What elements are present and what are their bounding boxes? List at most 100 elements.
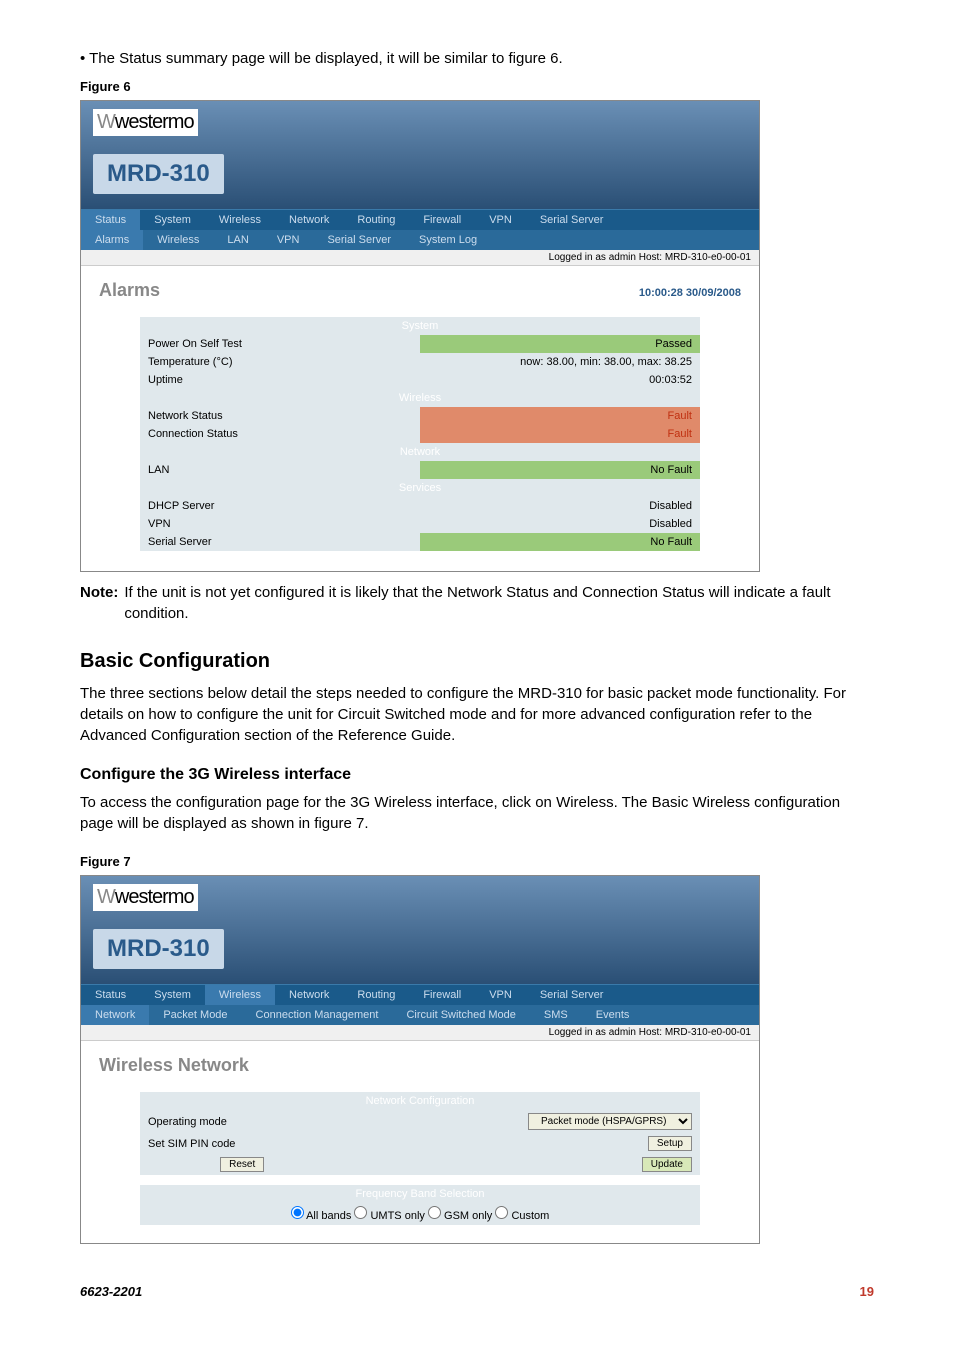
tab-firewall[interactable]: Firewall: [409, 985, 475, 1005]
fig6-header: Wwestermo MRD-310: [81, 101, 759, 209]
subtab-network[interactable]: Network: [81, 1005, 149, 1025]
section-services: Services: [140, 479, 700, 497]
figure7-screenshot: Wwestermo MRD-310 Status System Wireless…: [80, 875, 760, 1244]
radio-gsm[interactable]: GSM only: [428, 1210, 492, 1222]
radio-custom[interactable]: Custom: [495, 1210, 549, 1222]
section-network: Network: [140, 443, 700, 461]
row-label: VPN: [140, 515, 420, 533]
radio-input[interactable]: [354, 1206, 367, 1219]
tab-firewall[interactable]: Firewall: [409, 210, 475, 230]
table-row: Reset Update: [140, 1154, 700, 1175]
tab-status[interactable]: Status: [81, 985, 140, 1005]
fig6-tabs-secondary: Alarms Wireless LAN VPN Serial Server Sy…: [81, 230, 759, 250]
row-value: No Fault: [420, 461, 700, 479]
freq-header: Frequency Band Selection: [140, 1185, 700, 1203]
tab-network[interactable]: Network: [275, 210, 343, 230]
table-row: Set SIM PIN code Setup: [140, 1133, 700, 1154]
radio-umts[interactable]: UMTS only: [354, 1210, 424, 1222]
figure6-screenshot: Wwestermo MRD-310 Status System Wireless…: [80, 100, 760, 572]
network-config-table: Network Configuration Operating mode Pac…: [140, 1092, 700, 1175]
row-label: Power On Self Test: [140, 335, 420, 353]
fig7-tabs-secondary: Network Packet Mode Connection Managemen…: [81, 1005, 759, 1025]
tab-wireless[interactable]: Wireless: [205, 985, 275, 1005]
row-label: Temperature (°C): [140, 353, 420, 371]
table-row: DHCP ServerDisabled: [140, 497, 700, 515]
table-row: Temperature (°C)now: 38.00, min: 38.00, …: [140, 353, 700, 371]
tab-system[interactable]: System: [140, 210, 205, 230]
wn-title: Wireless Network: [99, 1055, 249, 1076]
tab-routing[interactable]: Routing: [343, 210, 409, 230]
device-name: MRD-310: [93, 154, 224, 194]
tab-status[interactable]: Status: [81, 210, 140, 230]
subtab-serial[interactable]: Serial Server: [313, 230, 405, 250]
update-button[interactable]: Update: [642, 1157, 692, 1172]
figure6-label: Figure 6: [80, 79, 874, 94]
subtab-vpn[interactable]: VPN: [263, 230, 314, 250]
radio-all-bands[interactable]: All bands: [291, 1210, 352, 1222]
tab-routing[interactable]: Routing: [343, 985, 409, 1005]
page-footer: 6623-2201 19: [80, 1284, 874, 1299]
figure7-label: Figure 7: [80, 854, 874, 869]
row-value: No Fault: [420, 533, 700, 551]
row-value: Disabled: [420, 497, 700, 515]
simpin-cell: Setup: [344, 1133, 700, 1154]
alarms-title: Alarms: [99, 280, 160, 301]
footer-pagenum: 19: [860, 1284, 874, 1299]
note-block: Note: If the unit is not yet configured …: [80, 582, 874, 624]
fig6-tabs-primary: Status System Wireless Network Routing F…: [81, 209, 759, 230]
subtab-conn[interactable]: Connection Management: [242, 1005, 393, 1025]
table-row: Uptime00:03:52: [140, 371, 700, 389]
configure-3g-heading: Configure the 3G Wireless interface: [80, 766, 874, 784]
subtab-packet[interactable]: Packet Mode: [149, 1005, 241, 1025]
basic-config-heading: Basic Configuration: [80, 650, 874, 673]
row-value: Passed: [420, 335, 700, 353]
row-label: Network Status: [140, 407, 420, 425]
simpin-label: Set SIM PIN code: [140, 1133, 344, 1154]
login-bar: Logged in as admin Host: MRD-310-e0-00-0…: [81, 1025, 759, 1041]
subtab-csm[interactable]: Circuit Switched Mode: [392, 1005, 529, 1025]
row-value: Fault: [420, 407, 700, 425]
table-row: LANNo Fault: [140, 461, 700, 479]
tab-wireless[interactable]: Wireless: [205, 210, 275, 230]
subtab-syslog[interactable]: System Log: [405, 230, 491, 250]
reset-cell: Reset: [140, 1154, 344, 1175]
row-label: Serial Server: [140, 533, 420, 551]
fig7-tabs-primary: Status System Wireless Network Routing F…: [81, 984, 759, 1005]
tab-serial[interactable]: Serial Server: [526, 210, 618, 230]
radio-input[interactable]: [428, 1206, 441, 1219]
footer-docnum: 6623-2201: [80, 1284, 142, 1299]
note-text: If the unit is not yet configured it is …: [124, 582, 874, 624]
row-value: now: 38.00, min: 38.00, max: 38.25: [420, 353, 700, 371]
opmode-select[interactable]: Packet mode (HSPA/GPRS): [528, 1113, 692, 1130]
tab-vpn[interactable]: VPN: [475, 210, 526, 230]
row-value: 00:03:52: [420, 371, 700, 389]
wireless-network-title: Wireless Network: [81, 1041, 759, 1082]
alarms-table: System Power On Self TestPassed Temperat…: [140, 317, 700, 551]
setup-button[interactable]: Setup: [648, 1136, 692, 1151]
subtab-wireless[interactable]: Wireless: [143, 230, 213, 250]
section-system: System: [140, 317, 700, 335]
tab-serial[interactable]: Serial Server: [526, 985, 618, 1005]
alarms-section: Alarms 10:00:28 30/09/2008: [81, 266, 759, 307]
fig7-header: Wwestermo MRD-310: [81, 876, 759, 984]
table-row: VPNDisabled: [140, 515, 700, 533]
table-row: Network StatusFault: [140, 407, 700, 425]
row-label: DHCP Server: [140, 497, 420, 515]
subtab-alarms[interactable]: Alarms: [81, 230, 143, 250]
westermo-logo: Wwestermo: [93, 109, 198, 136]
radio-input[interactable]: [495, 1206, 508, 1219]
tab-network[interactable]: Network: [275, 985, 343, 1005]
reset-button[interactable]: Reset: [220, 1157, 264, 1172]
tab-vpn[interactable]: VPN: [475, 985, 526, 1005]
intro-bullet: • The Status summary page will be displa…: [80, 50, 874, 67]
row-label: Uptime: [140, 371, 420, 389]
radio-input[interactable]: [291, 1206, 304, 1219]
update-cell: Update: [344, 1154, 700, 1175]
subtab-sms[interactable]: SMS: [530, 1005, 582, 1025]
tab-system[interactable]: System: [140, 985, 205, 1005]
section-wireless: Wireless: [140, 389, 700, 407]
table-row: Power On Self TestPassed: [140, 335, 700, 353]
subtab-lan[interactable]: LAN: [213, 230, 262, 250]
table-row: Operating mode Packet mode (HSPA/GPRS): [140, 1110, 700, 1133]
subtab-events[interactable]: Events: [582, 1005, 644, 1025]
